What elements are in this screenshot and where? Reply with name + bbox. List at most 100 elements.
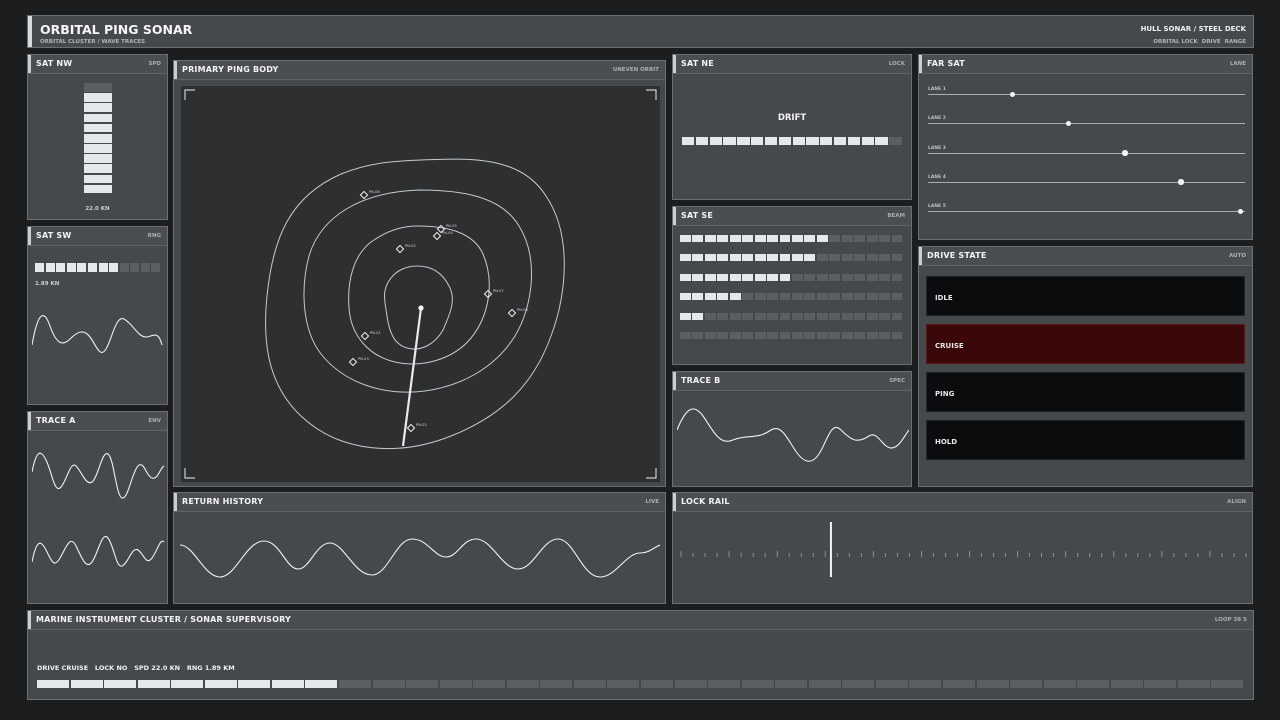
lane-label: LANE 3 — [928, 145, 946, 151]
panel-header: FAR SAT LANE — [919, 55, 1252, 74]
state-hold-button[interactable]: HOLD — [926, 420, 1245, 460]
beam-segment — [767, 273, 779, 281]
speed-segment — [84, 83, 112, 92]
beam-segment — [829, 312, 841, 320]
drift-segment — [709, 137, 722, 145]
lane-track[interactable] — [928, 181, 1245, 183]
range-segment — [151, 263, 161, 272]
loop-segment — [775, 680, 808, 688]
lane-knob[interactable] — [1237, 208, 1243, 215]
beam-segment — [879, 254, 891, 262]
speed-bar-stack — [84, 83, 112, 195]
panel-header: MARINE INSTRUMENT CLUSTER / SONAR SUPERV… — [28, 611, 1253, 630]
panel-header: TRACE B SPEC — [673, 372, 911, 391]
panel-title: SAT SE — [681, 211, 714, 220]
nav-range[interactable]: RANGE — [1225, 39, 1246, 45]
beam-segment — [841, 332, 853, 339]
header-nav: ORBITAL LOCK DRIVE RANGE — [1153, 39, 1246, 45]
drift-segment — [847, 137, 861, 145]
state-label: PING — [935, 390, 955, 398]
beam-segment — [816, 293, 828, 301]
range-bar-row — [35, 263, 162, 273]
loop-segment — [741, 680, 774, 688]
primary-ping-panel: PRIMARY PING BODY UNEVEN ORBIT PN-06 PN-0… — [173, 60, 666, 487]
beam-segment — [891, 332, 903, 339]
panel-title: FAR SAT — [927, 59, 965, 68]
beam-segment — [729, 273, 741, 281]
sat-se-panel: SAT SE BEAM — [672, 206, 912, 365]
beam-segment — [879, 332, 891, 339]
sonar-contact[interactable]: PN-04 — [432, 231, 453, 241]
drive-state-panel: DRIVE STATE AUTO IDLE CRUISE PING HOLD — [918, 246, 1253, 487]
contact-marker-icon — [395, 244, 405, 254]
lane-track[interactable] — [928, 94, 1245, 95]
range-segment — [66, 263, 76, 272]
contour-ring-inner — [384, 265, 453, 350]
lane-track[interactable] — [928, 123, 1245, 125]
beam-segment — [879, 312, 891, 320]
corner-bracket — [184, 468, 195, 479]
drift-segment — [875, 137, 888, 145]
beam-segment — [779, 332, 791, 339]
lane-track[interactable] — [928, 152, 1245, 154]
lane-knob[interactable] — [1065, 120, 1072, 127]
nav-drive[interactable]: DRIVE — [1202, 39, 1221, 45]
beam-segment — [829, 254, 841, 262]
loop-segment — [1010, 680, 1043, 688]
range-segment — [77, 263, 87, 272]
state-cruise-button[interactable]: CRUISE — [926, 324, 1245, 364]
range-segment — [45, 263, 55, 272]
state-label: CRUISE — [935, 342, 964, 350]
beam-segment — [742, 273, 754, 281]
lane-knob[interactable] — [1009, 91, 1016, 97]
contact-label: PN-03 — [358, 357, 369, 361]
beam-segment — [729, 235, 741, 242]
nav-orbital-lock[interactable]: ORBITAL LOCK — [1153, 39, 1197, 45]
beam-segment — [692, 332, 704, 339]
beam-segment — [816, 312, 828, 320]
loop-segment — [305, 680, 338, 688]
beam-segment — [717, 332, 729, 339]
sonar-contact[interactable]: PN-02 — [406, 423, 427, 433]
sonar-viewport[interactable]: PN-06 PN-05 PN-02 PN-04 PN-07 PN-08 PN-01 PN-03… — [181, 86, 660, 482]
lane-track[interactable] — [928, 211, 1245, 213]
panel-title: SAT SW — [36, 231, 72, 240]
beam-segment — [879, 235, 891, 242]
beam-segment — [767, 332, 779, 339]
sonar-contact[interactable]: PN-02 — [395, 244, 416, 254]
beam-segment — [829, 235, 841, 242]
lane-knob[interactable] — [1122, 150, 1128, 156]
state-ping-button[interactable]: PING — [926, 372, 1245, 412]
sonar-contact[interactable]: PN-07 — [483, 289, 504, 299]
beam-segment — [792, 312, 803, 320]
speed-segment — [84, 133, 112, 143]
beam-segment — [866, 293, 878, 301]
state-idle-button[interactable]: IDLE — [926, 276, 1245, 316]
sonar-contact[interactable]: PN-01 — [360, 331, 381, 341]
loop-segment — [406, 680, 439, 688]
sonar-contact[interactable]: PN-03 — [348, 357, 369, 367]
beam-segment — [729, 332, 741, 339]
header-right-title: HULL SONAR / STEEL DECK — [1140, 25, 1246, 33]
sonar-contact[interactable]: PN-06 — [359, 190, 380, 200]
loop-segment — [171, 680, 204, 688]
contact-marker-icon — [507, 308, 517, 318]
beam-segment — [742, 293, 754, 301]
beam-segment — [816, 273, 828, 281]
beam-segment — [717, 254, 729, 262]
beam-segment — [854, 273, 866, 281]
loop-segment — [70, 680, 103, 688]
lane-knob[interactable] — [1178, 179, 1184, 185]
beam-segment — [742, 235, 754, 242]
beam-segment — [829, 332, 841, 339]
beam-segment — [779, 235, 791, 242]
drift-label: DRIFT — [777, 113, 807, 123]
speed-segment — [84, 154, 112, 163]
panel-tag: LANE — [1229, 61, 1246, 67]
drift-segment — [778, 137, 791, 145]
contact-marker-icon — [348, 357, 358, 367]
beam-segment — [692, 273, 704, 281]
range-segment — [35, 263, 45, 272]
speed-segment — [84, 164, 112, 174]
lock-rail-track[interactable] — [679, 517, 1248, 597]
